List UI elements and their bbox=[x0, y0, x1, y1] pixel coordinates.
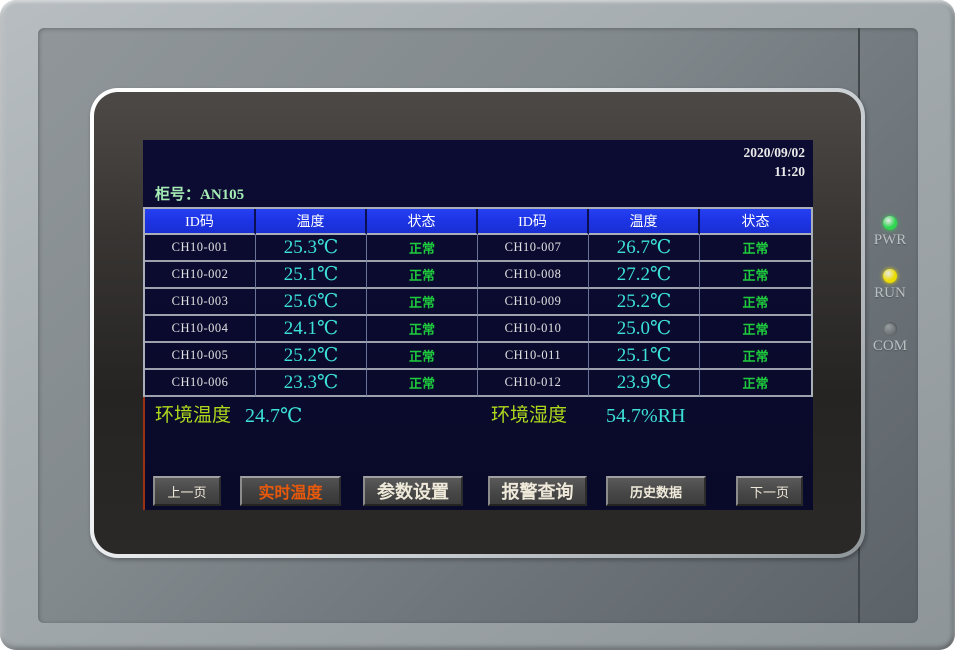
screen-bezel-rim: 2020/09/02 11:20 柜号：AN105 ID码 温度 状态 ID码 … bbox=[90, 88, 865, 558]
table-header-row: ID码 温度 状态 ID码 温度 状态 bbox=[145, 209, 811, 235]
temp-cell: 25.0℃ bbox=[589, 316, 700, 343]
temp-cell: 25.2℃ bbox=[589, 289, 700, 316]
temp-cell: 23.9℃ bbox=[589, 370, 700, 397]
id-cell: CH10-008 bbox=[478, 262, 589, 289]
ambient-temp-value: 24.7℃ bbox=[245, 400, 302, 432]
header-id: ID码 bbox=[145, 209, 256, 235]
com-led-label: COM bbox=[873, 338, 907, 355]
prev-page-button[interactable]: 上一页 bbox=[153, 476, 221, 506]
status-cell: 正常 bbox=[700, 235, 811, 262]
id-cell: CH10-001 bbox=[145, 235, 256, 262]
date-display: 2020/09/02 bbox=[743, 143, 805, 162]
pwr-led-label: PWR bbox=[874, 232, 907, 249]
run-led-block: RUN bbox=[874, 269, 906, 302]
nav-button-bar: 上一页 实时温度 参数设置 报警查询 历史数据 下一页 bbox=[143, 476, 813, 506]
status-leds: PWR RUN COM bbox=[860, 216, 920, 375]
id-cell: CH10-010 bbox=[478, 316, 589, 343]
com-led-icon bbox=[883, 322, 897, 336]
temp-cell: 25.1℃ bbox=[256, 262, 367, 289]
environment-row: 环境温度 24.7℃ 环境湿度 54.7%RH bbox=[143, 400, 813, 432]
alarm-query-button[interactable]: 报警查询 bbox=[488, 476, 587, 506]
temp-cell: 25.2℃ bbox=[256, 343, 367, 370]
header-status: 状态 bbox=[367, 209, 478, 235]
status-cell: 正常 bbox=[700, 289, 811, 316]
status-cell: 正常 bbox=[367, 343, 478, 370]
temp-cell: 24.1℃ bbox=[256, 316, 367, 343]
table-row: CH10-005 25.2℃ 正常 CH10-011 25.1℃ 正常 bbox=[145, 343, 811, 370]
header-temp: 温度 bbox=[589, 209, 700, 235]
id-cell: CH10-005 bbox=[145, 343, 256, 370]
status-cell: 正常 bbox=[367, 370, 478, 397]
led-strip: PWR RUN COM bbox=[858, 28, 920, 623]
table-row: CH10-004 24.1℃ 正常 CH10-010 25.0℃ 正常 bbox=[145, 316, 811, 343]
status-cell: 正常 bbox=[367, 289, 478, 316]
channel-table: ID码 温度 状态 ID码 温度 状态 CH10-001 25.3℃ 正常 CH… bbox=[143, 207, 813, 397]
status-cell: 正常 bbox=[367, 316, 478, 343]
com-led-block: COM bbox=[873, 322, 907, 355]
temp-cell: 25.6℃ bbox=[256, 289, 367, 316]
table-row: CH10-006 23.3℃ 正常 CH10-012 23.9℃ 正常 bbox=[145, 370, 811, 397]
status-cell: 正常 bbox=[367, 262, 478, 289]
id-cell: CH10-004 bbox=[145, 316, 256, 343]
realtime-temp-button[interactable]: 实时温度 bbox=[240, 476, 341, 506]
id-cell: CH10-009 bbox=[478, 289, 589, 316]
status-cell: 正常 bbox=[700, 262, 811, 289]
status-cell: 正常 bbox=[700, 343, 811, 370]
parameter-settings-button[interactable]: 参数设置 bbox=[363, 476, 463, 506]
time-display: 11:20 bbox=[743, 162, 805, 181]
status-cell: 正常 bbox=[367, 235, 478, 262]
status-cell: 正常 bbox=[700, 370, 811, 397]
id-cell: CH10-011 bbox=[478, 343, 589, 370]
header-temp: 温度 bbox=[256, 209, 367, 235]
header-id: ID码 bbox=[478, 209, 589, 235]
ambient-humidity-value: 54.7%RH bbox=[606, 400, 685, 432]
ambient-temp-label: 环境温度 bbox=[155, 400, 231, 432]
datetime-display: 2020/09/02 11:20 bbox=[743, 143, 805, 181]
table-row: CH10-001 25.3℃ 正常 CH10-007 26.7℃ 正常 bbox=[145, 235, 811, 262]
pwr-led-icon bbox=[883, 216, 897, 230]
run-led-label: RUN bbox=[874, 285, 906, 302]
id-cell: CH10-006 bbox=[145, 370, 256, 397]
temp-cell: 25.1℃ bbox=[589, 343, 700, 370]
header-status: 状态 bbox=[700, 209, 811, 235]
temp-cell: 23.3℃ bbox=[256, 370, 367, 397]
pwr-led-block: PWR bbox=[874, 216, 907, 249]
id-cell: CH10-012 bbox=[478, 370, 589, 397]
table-row: CH10-002 25.1℃ 正常 CH10-008 27.2℃ 正常 bbox=[145, 262, 811, 289]
cabinet-number-label: 柜号：AN105 bbox=[155, 183, 244, 204]
status-cell: 正常 bbox=[700, 316, 811, 343]
ambient-humidity-label: 环境湿度 bbox=[491, 400, 567, 432]
id-cell: CH10-007 bbox=[478, 235, 589, 262]
id-cell: CH10-002 bbox=[145, 262, 256, 289]
temp-cell: 25.3℃ bbox=[256, 235, 367, 262]
history-data-button[interactable]: 历史数据 bbox=[606, 476, 706, 506]
next-page-button[interactable]: 下一页 bbox=[736, 476, 803, 506]
hmi-device-frame: PWR RUN COM 2020/09/02 11:20 柜号：AN105 bbox=[0, 0, 955, 650]
lcd-screen: 2020/09/02 11:20 柜号：AN105 ID码 温度 状态 ID码 … bbox=[143, 140, 813, 510]
temp-cell: 27.2℃ bbox=[589, 262, 700, 289]
temp-cell: 26.7℃ bbox=[589, 235, 700, 262]
id-cell: CH10-003 bbox=[145, 289, 256, 316]
run-led-icon bbox=[883, 269, 897, 283]
table-row: CH10-003 25.6℃ 正常 CH10-009 25.2℃ 正常 bbox=[145, 289, 811, 316]
